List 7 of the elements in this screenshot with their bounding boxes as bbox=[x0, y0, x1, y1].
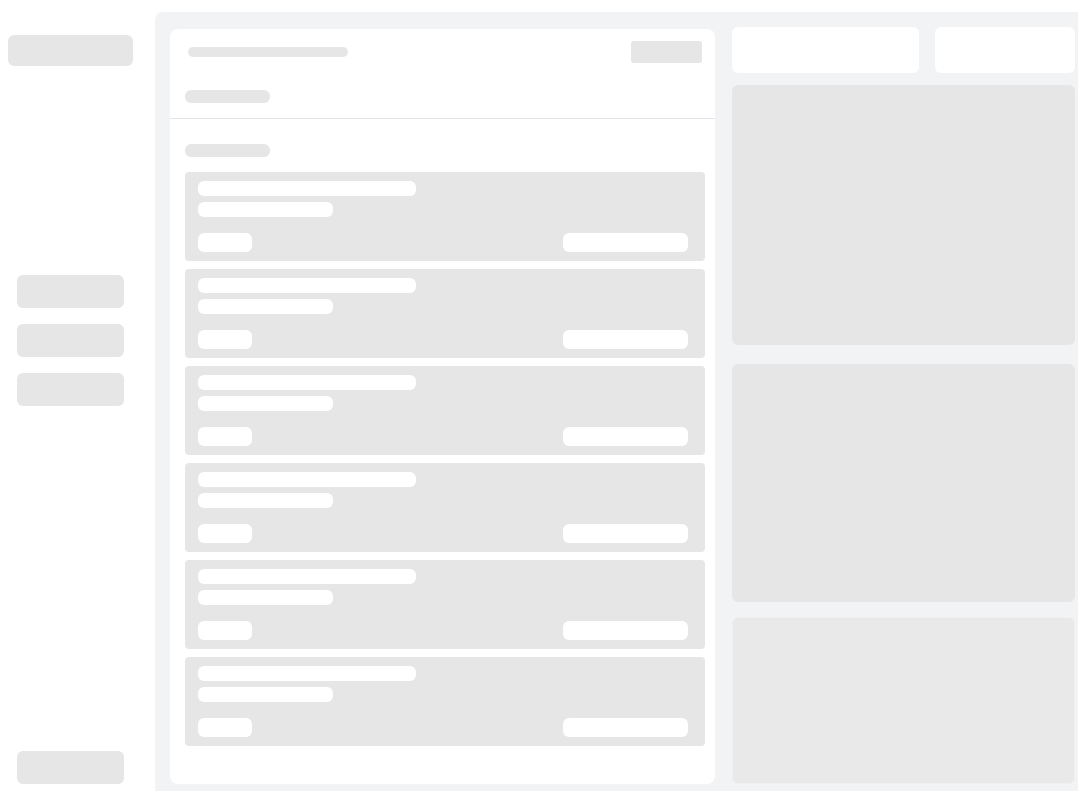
tag-placeholder bbox=[198, 330, 252, 349]
tag-placeholder bbox=[198, 524, 252, 543]
tag-placeholder bbox=[198, 427, 252, 446]
tag-placeholder bbox=[198, 718, 252, 737]
button-placeholder bbox=[631, 41, 702, 63]
tag-placeholder bbox=[198, 233, 252, 252]
tag-placeholder bbox=[198, 621, 252, 640]
